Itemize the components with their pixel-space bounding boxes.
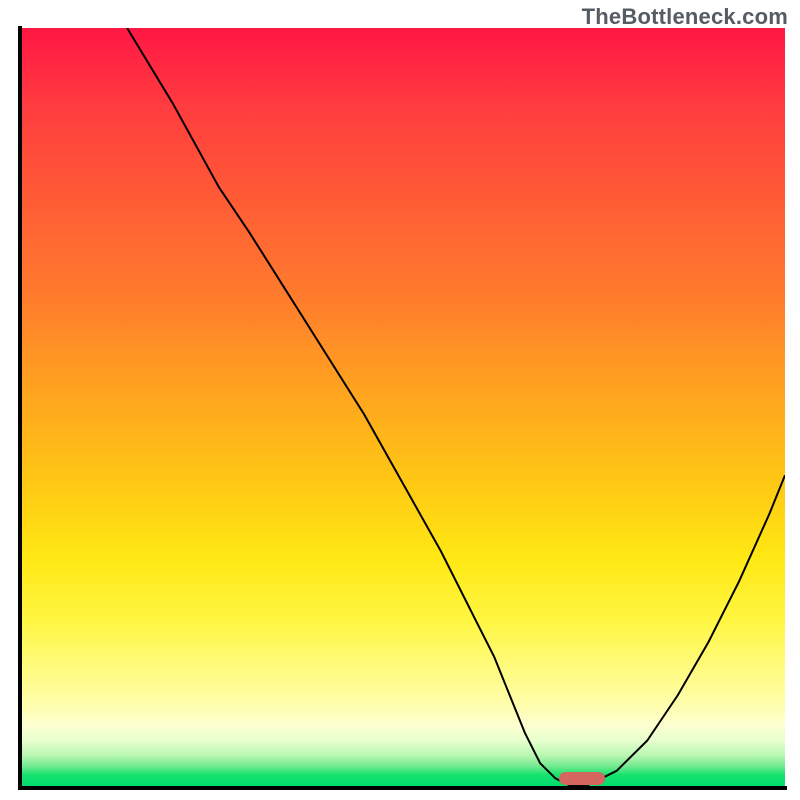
chart-container: TheBottleneck.com [0, 0, 800, 800]
watermark-text: TheBottleneck.com [582, 4, 788, 30]
plot-background-gradient [20, 28, 785, 786]
optimal-marker [559, 772, 605, 785]
